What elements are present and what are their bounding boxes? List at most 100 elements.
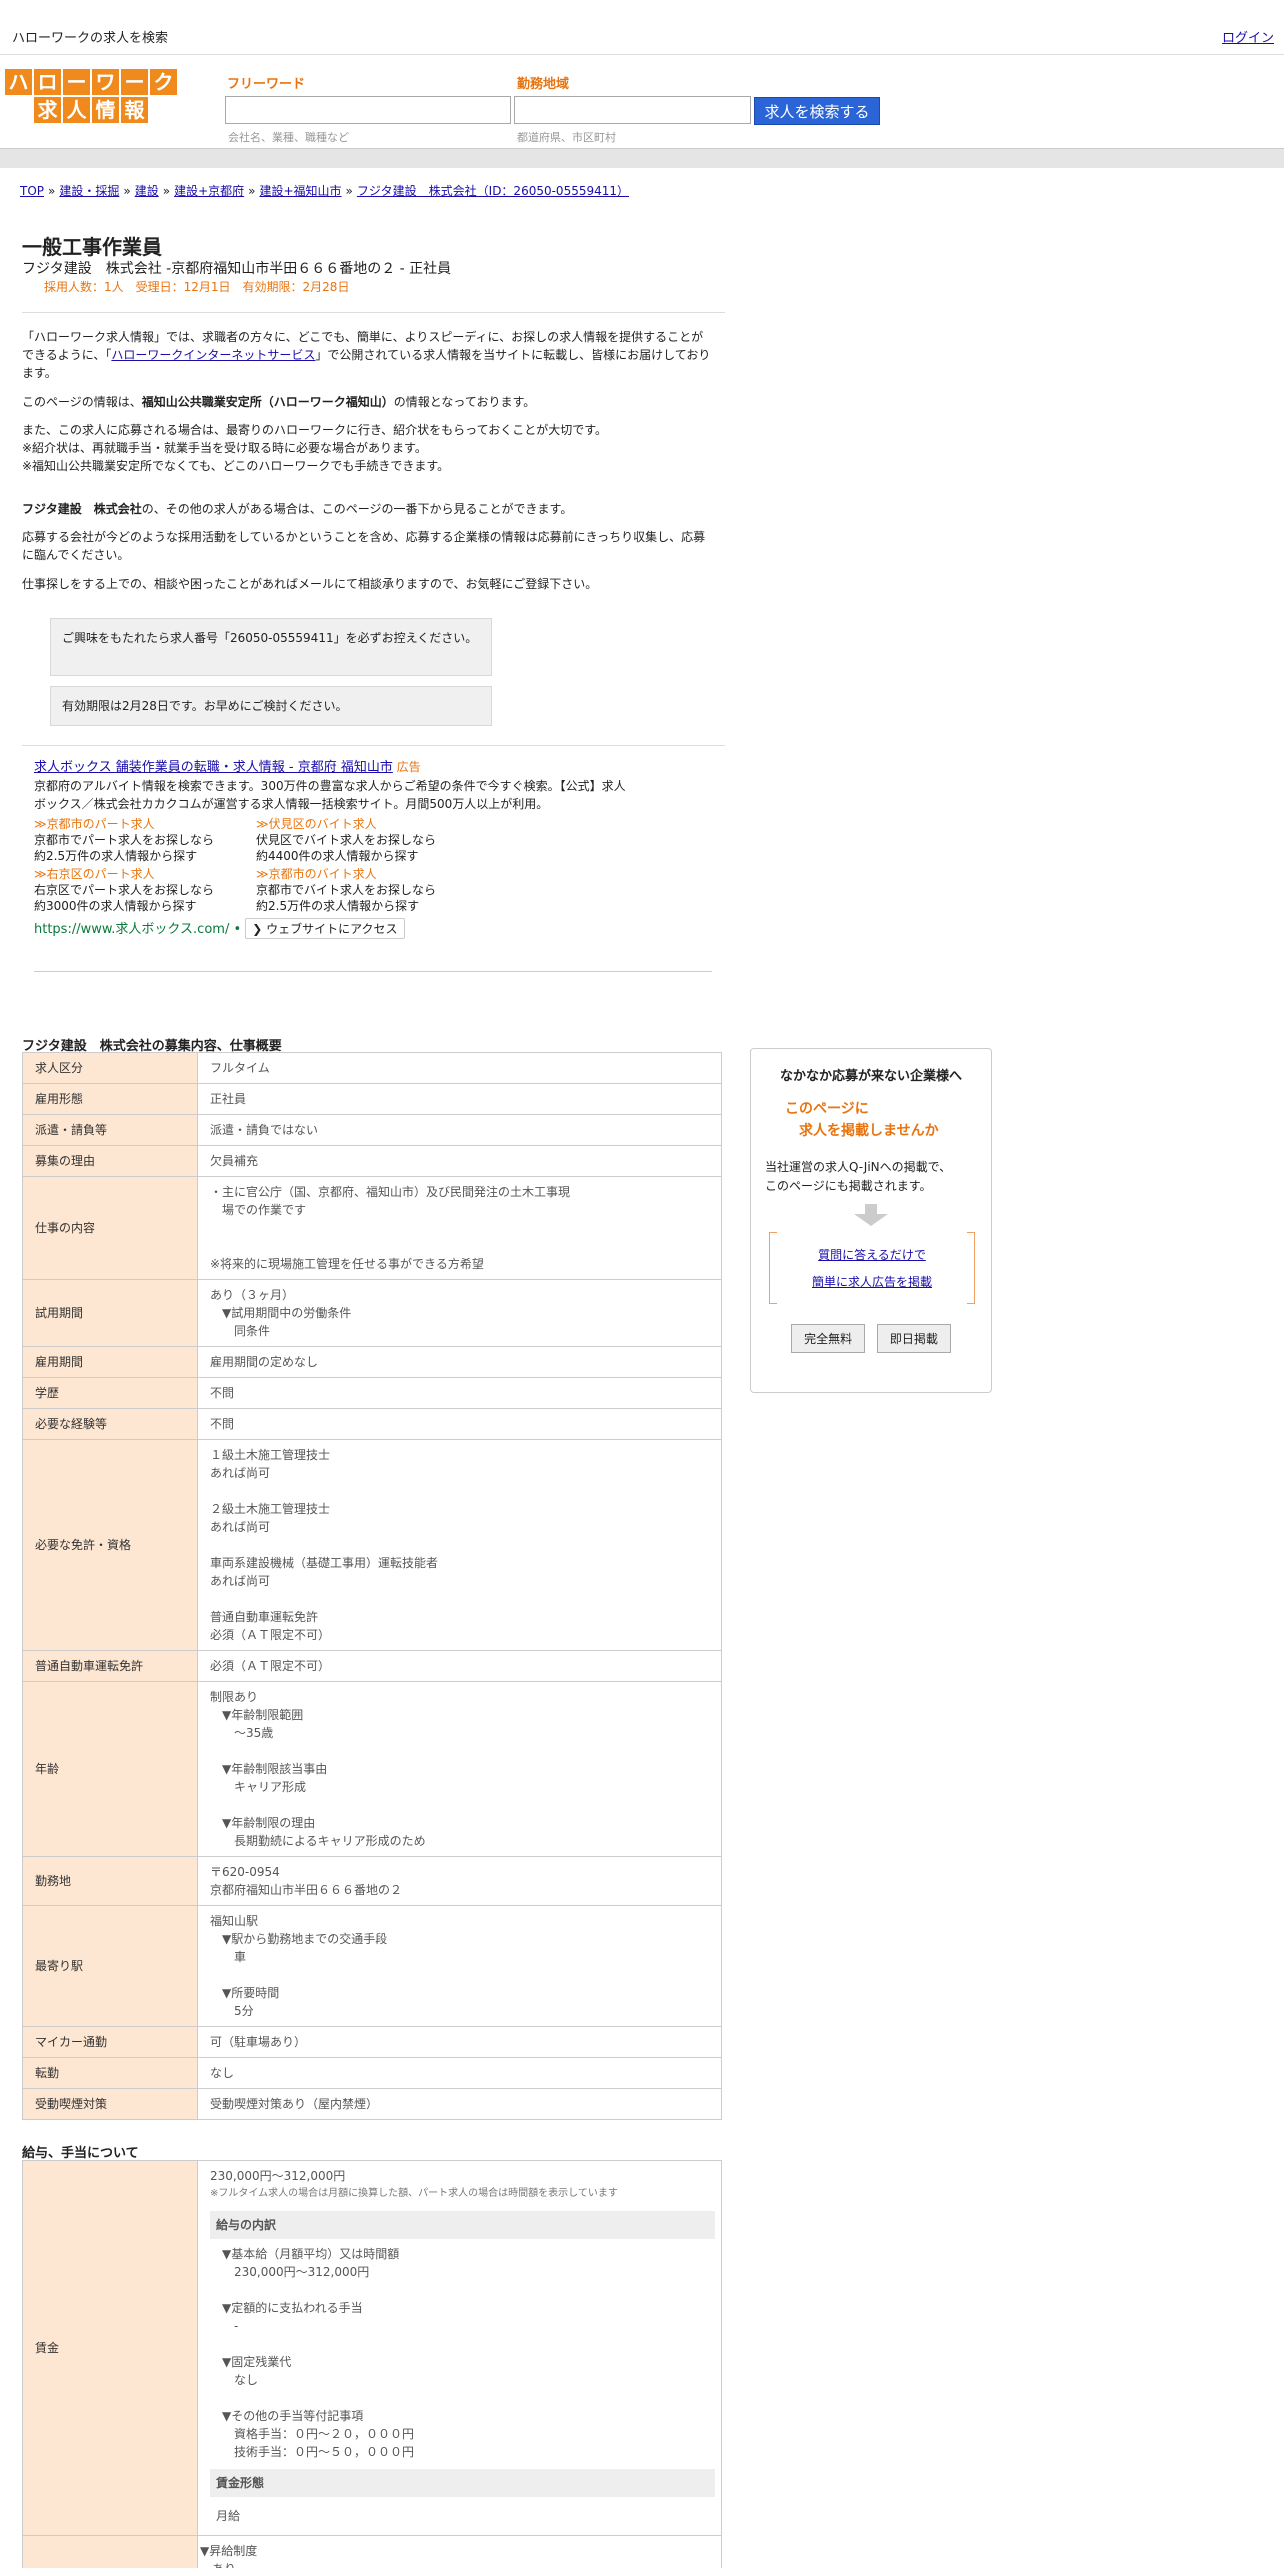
row-key: マイカー通勤 [22,2026,198,2058]
ad-sitelink[interactable]: ≫京都市のバイト求人 京都市でバイト求人をお探しなら 約2.5万件の求人情報から探す [256,866,476,914]
breadcrumb-link[interactable]: 建設 [135,184,159,198]
row-key: 試用期間 [22,1279,198,1347]
ad-visit-button[interactable]: ❯ ウェブサイトにアクセス [245,918,405,939]
breadcrumb-link[interactable]: フジタ建設 株式会社（ID：26050-05559411） [357,184,629,198]
company-name: フジタ建設 株式会社 [22,502,142,516]
row-key: 必要な経験等 [22,1408,198,1440]
other-jobs-text: の、その他の求人がある場合は、このページの一番下から見ることができます。 [141,502,573,516]
sidebar-desc: 当社運営の求人Q-JiNへの掲載で、 このページにも掲載されます。 [765,1158,991,1196]
row-key: 年齢 [22,1681,198,1857]
ad-sitelink-title[interactable]: ≫京都市のパート求人 [34,816,254,832]
row-value-line: 必須（ＡＴ限定不可） [210,1628,331,1642]
row-value-line: 〒620-0954 [210,1865,280,1879]
logo-char: 報 [120,96,149,124]
ad-sitelink-desc: 京都市でバイト求人をお探しなら [256,883,437,897]
top-bar [0,0,1284,55]
row-value-line: ▼駅から勤務地までの交通手段 [210,1932,388,1946]
ad-sitelink-desc: 約2.5万件の求人情報から探す [34,849,198,863]
job-subtitle: フジタ建設 株式会社 -京都府福知山市半田６６６番地の２ - 正社員 [22,261,452,277]
row-value: なし [197,2057,722,2089]
row-value-line: あれば尚可 [210,1574,271,1588]
row-value-line: 正社員 [210,1092,247,1106]
breadcrumb-link[interactable]: 建設+福知山市 [259,184,341,198]
login-link[interactable]: ログイン [1222,27,1274,46]
row-value: 福知山駅 ▼駅から勤務地までの交通手段 車 ▼所要時間 5分 [197,1905,722,2027]
row-value-line: フルタイム [210,1061,270,1075]
breadcrumb-separator: » [123,184,131,198]
row-value-line: 車 [210,1950,247,1964]
ad-sitelink-title[interactable]: ≫伏見区のバイト求人 [256,816,476,832]
breadcrumb-link[interactable]: TOP [20,184,44,198]
row-value: 不問 [197,1408,722,1440]
wage-note: ※フルタイム求人の場合は月額に換算した額、パート求人の場合は時間額を表示していま… [210,2188,618,2199]
area-input[interactable] [514,96,751,124]
notice-line: また、この求人に応募される場合は、最寄りのハローワークに行き、紹介状をもらってお… [22,423,608,437]
ad-sitelink-title[interactable]: ≫右京区のパート求人 [34,866,254,882]
row-value-line: 5分 [210,2004,254,2018]
row-value-line: ※将来的に現場施工管理を任せる事ができる方希望 [210,1257,484,1271]
row-value-line: ・主に官公庁（国、京都府、福知山市）及び民間発注の土木工事現 [210,1185,571,1199]
breadcrumb-separator: » [48,184,56,198]
logo-char: 情 [91,96,120,124]
ad-sitelink-title[interactable]: ≫京都市のバイト求人 [256,866,476,882]
area-hint: 都道府県、市区町村 [517,131,616,144]
row-value-line: ▼試用期間中の労働条件 [210,1306,352,1320]
row-key: 転勤 [22,2057,198,2089]
office-text: の情報となっております。 [393,395,536,409]
sidebar-title: なかなか応募が来ない企業様へ [779,1069,962,1084]
ad-title-link[interactable]: 求人ボックス 舗装作業員の転職・求人情報 - 京都府 福知山市 [34,760,393,775]
ad-url[interactable]: https://www.求人ボックス.com/ [34,922,229,937]
logo-char: 人 [62,96,91,124]
freeword-input[interactable] [225,96,511,124]
free-button[interactable]: 完全無料 [791,1324,866,1353]
row-value: 雇用期間の定めなし [197,1346,722,1378]
breakdown-line [210,2335,715,2353]
sidebar-orange-2: 求人を掲載しませんか [799,1123,939,1139]
table-row: 雇用形態 正社員 [22,1083,722,1115]
table-row: マイカー通勤 可（駐車場あり） [22,2026,722,2058]
row-value-line: ▼年齢制限の理由 [210,1816,316,1830]
logo-char: 求 [33,96,62,124]
row-key: 受動喫煙対策 [22,2088,198,2120]
hellowork-logo[interactable]: ハローワーク 求人情報 [4,68,180,124]
header-divider-bar [0,148,1284,168]
breakdown-line: なし [210,2373,259,2387]
logo-char: ロ [33,68,62,96]
search-button[interactable]: 求人を検索する [754,97,880,125]
sidebar-link-answer[interactable]: 質問に答えるだけで [818,1248,926,1262]
breakdown-line: ▼基本給（月額平均）又は時間額 [210,2247,400,2261]
ad-tag: 広告 [396,760,421,774]
row-value-line: 車両系建設機械（基礎工事用）運転技能者 [210,1556,439,1570]
row-value-line: 欠員補充 [210,1154,259,1168]
breakdown-line: - [210,2319,239,2333]
sidebar-link-easy-post[interactable]: 簡単に求人広告を掲載 [812,1275,932,1289]
row-value-line [210,1237,709,1255]
row-value-line: 同条件 [210,1324,271,1338]
row-key: 必要な免許・資格 [22,1439,198,1651]
breakdown-line [210,2281,715,2299]
logo-char: ワ [91,68,120,96]
ad-sitelink[interactable]: ≫右京区のパート求人 右京区でパート求人をお探しなら 約3000件の求人情報から探す [34,866,254,914]
breadcrumb-separator: » [345,184,353,198]
row-value-line: 派遣・請負ではない [210,1123,319,1137]
ad-sitelink-desc: 京都市でパート求人をお探しなら [34,833,215,847]
table-row: 転勤 なし [22,2057,722,2089]
same-day-button[interactable]: 即日掲載 [876,1324,951,1353]
ad-sitelink[interactable]: ≫伏見区のバイト求人 伏見区でバイト求人をお探しなら 約4400件の求人情報から探す [256,816,476,864]
breadcrumb-link[interactable]: 建設+京都府 [174,184,244,198]
row-value: 受動喫煙対策あり（屋内禁煙） [197,2088,722,2120]
breadcrumb-link[interactable]: 建設・採掘 [59,184,119,198]
hellowork-internet-link[interactable]: ハローワークインターネットサービス [111,348,315,362]
row-value-line [210,1590,709,1608]
ad-body: 京都府のアルバイト情報を検索できます。300万件の豊富な求人からご希望の条件で今… [34,779,626,811]
ad-sitelink-desc: 右京区でパート求人をお探しなら [34,883,215,897]
breakdown-line: 資格手当：０円～２０，０００円 [210,2427,415,2441]
divider [22,312,725,313]
table-row: 必要な免許・資格 １級土木施工管理技士 あれば尚可 ２級土木施工管理技士 あれば尚可 車両… [22,1439,722,1651]
raise-value: ▼昇給制度 あり [197,2535,722,2568]
breakdown-line: 230,000円〜312,000円 [210,2265,370,2279]
salary-title: 給与、手当について [22,2146,139,2161]
divider [22,745,725,746]
ad-sitelink[interactable]: ≫京都市のパート求人 京都市でパート求人をお探しなら 約2.5万件の求人情報から探す [34,816,254,864]
row-value-line: 制限あり [210,1690,259,1704]
